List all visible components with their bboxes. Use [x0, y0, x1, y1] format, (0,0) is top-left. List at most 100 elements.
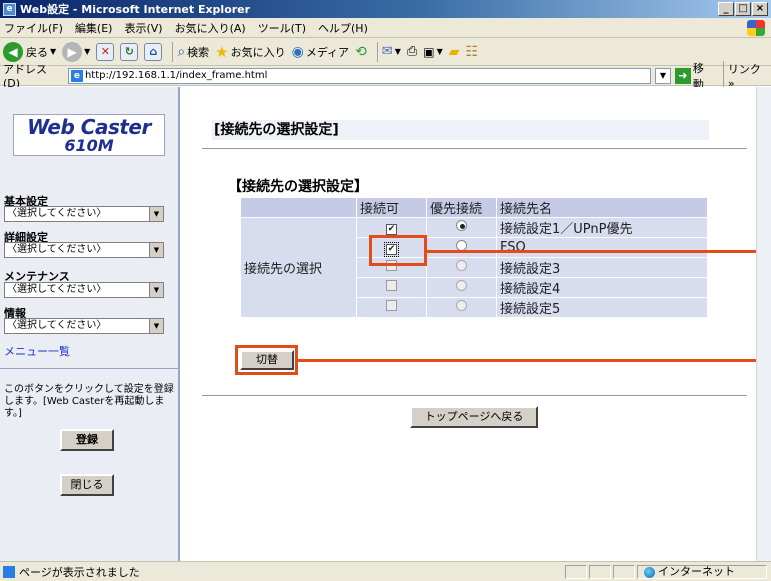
zone-label: インターネット [658, 565, 735, 578]
priority-radio-1[interactable] [456, 220, 467, 231]
home-icon: ⌂ [144, 42, 163, 61]
enabled-checkbox-5[interactable] [386, 300, 397, 311]
main-scrollbar[interactable] [756, 87, 771, 561]
windows-logo-icon [747, 20, 765, 36]
register-button[interactable]: 登録 [60, 429, 114, 451]
menu-edit[interactable]: 編集(E) [75, 20, 113, 36]
ie-app-icon: e [3, 2, 16, 16]
status-pane [613, 565, 635, 579]
callout-line-checkbox [427, 250, 771, 253]
toolbar-separator [172, 41, 174, 62]
logo-text-line2: 610M [64, 136, 114, 155]
messenger-button[interactable]: ☷ [466, 44, 479, 60]
search-icon: ⌕ [177, 43, 186, 60]
row-label: 接続先の選択 [240, 217, 357, 318]
callout-box-switch [235, 345, 298, 375]
priority-cell [426, 277, 497, 298]
chevron-down-icon: ▼ [149, 283, 163, 297]
favorites-button[interactable]: ★ お気に入り [215, 43, 285, 61]
zone-pane: インターネット [637, 565, 767, 579]
select-maintenance[interactable]: 〈選択してください〉 ▼ [4, 282, 164, 298]
menu-file[interactable]: ファイル(F) [4, 20, 63, 36]
back-to-top-button[interactable]: トップページへ戻る [410, 406, 538, 428]
table-header-row: 接続可 優先接続 接続先名 [240, 197, 708, 218]
mail-button[interactable]: ✉ ▼ [382, 44, 401, 59]
address-dropdown-icon[interactable]: ▼ [654, 67, 671, 84]
history-button[interactable]: ⟲ [355, 44, 367, 60]
priority-radio-4[interactable] [456, 280, 467, 291]
select-basic-value: 〈選択してください〉 [7, 208, 107, 219]
status-pane [565, 565, 587, 579]
sidebar-frame: Web Caster 610M 基本設定 〈選択してください〉 ▼ 詳細設定 〈… [0, 87, 180, 561]
minimize-button[interactable]: _ [718, 2, 734, 16]
enabled-checkbox-1[interactable]: ✔ [386, 224, 397, 235]
forward-arrow-icon: ▶ [62, 41, 83, 62]
status-message: ページが表示されました [19, 565, 140, 579]
connection-name-3: 接続設定3 [496, 257, 708, 278]
menu-view[interactable]: 表示(V) [124, 20, 162, 36]
forward-button[interactable]: ▶ ▼ [62, 41, 91, 62]
menu-favorites[interactable]: お気に入り(A) [175, 20, 246, 36]
enabled-checkbox-4[interactable] [386, 280, 397, 291]
menu-list-link[interactable]: メニュー一覧 [4, 343, 70, 359]
back-label: 戻る [26, 45, 48, 59]
main-frame: [接続先の選択設定] 【接続先の選択設定】 接続可 優先接続 接続先名 接続先の… [182, 87, 771, 561]
footer-divider [202, 395, 747, 396]
select-info[interactable]: 〈選択してください〉 ▼ [4, 318, 164, 334]
home-button[interactable]: ⌂ [144, 42, 163, 61]
window-title: Web設定 - Microsoft Internet Explorer [20, 3, 251, 16]
section-title: 【接続先の選択設定】 [228, 179, 368, 195]
status-bar: ページが表示されました インターネット [0, 561, 771, 581]
folder-button[interactable]: ▰ [449, 44, 460, 60]
stop-button[interactable]: ✕ [96, 42, 115, 61]
refresh-icon: ↻ [120, 42, 139, 61]
close-window-button[interactable]: × [752, 2, 768, 16]
address-input[interactable]: e http://192.168.1.1/index_frame.html [67, 67, 651, 84]
select-detail-value: 〈選択してください〉 [7, 244, 107, 255]
enabled-cell [356, 277, 427, 298]
media-label: メディア [305, 45, 350, 59]
select-basic-settings[interactable]: 〈選択してください〉 ▼ [4, 206, 164, 222]
history-icon: ⟲ [355, 43, 367, 60]
window-controls: _ □ × [718, 2, 768, 16]
back-button[interactable]: ◀ 戻る ▼ [3, 41, 56, 62]
edit-button[interactable]: ▣ ▼ [423, 45, 443, 59]
toolbar-separator [376, 41, 378, 62]
select-maintenance-value: 〈選択してください〉 [7, 284, 107, 295]
priority-radio-5[interactable] [456, 300, 467, 311]
register-note: このボタンをクリックして設定を登録します。[Web Casterを再起動します。… [4, 384, 174, 419]
mail-icon: ✉ [381, 44, 393, 59]
connection-select-table: 接続可 優先接続 接続先名 接続先の選択 ✔ 接続設定1／UPnP優先 ✔ FS… [240, 197, 708, 318]
search-button[interactable]: ⌕ 検索 [177, 44, 209, 60]
messenger-icon: ☷ [465, 43, 479, 60]
sidebar-divider [0, 368, 178, 369]
menu-bar: ファイル(F) 編集(E) 表示(V) お気に入り(A) ツール(T) ヘルプ(… [0, 18, 771, 38]
connection-name-1: 接続設定1／UPnP優先 [496, 217, 708, 238]
chevron-down-icon: ▼ [84, 47, 91, 56]
priority-radio-3[interactable] [456, 260, 467, 271]
toolbar: ◀ 戻る ▼ ▶ ▼ ✕ ↻ ⌂ ⌕ 検索 ★ お気に入り ◉ メディア ⟲ ✉… [0, 38, 771, 66]
webcaster-logo: Web Caster 610M [13, 114, 165, 156]
address-url: http://192.168.1.1/index_frame.html [84, 70, 268, 81]
chevron-down-icon: ▼ [149, 243, 163, 257]
edit-icon: ▣ [423, 44, 435, 59]
chevron-down-icon: ▼ [149, 207, 163, 221]
status-pane [589, 565, 611, 579]
maximize-button[interactable]: □ [735, 2, 751, 16]
print-button[interactable]: ⎙ [407, 44, 417, 59]
heading-divider [202, 148, 747, 149]
priority-cell [426, 217, 497, 238]
page-title: [接続先の選択設定] [212, 120, 709, 140]
page-icon: e [70, 69, 83, 82]
menu-help[interactable]: ヘルプ(H) [318, 20, 368, 36]
media-button[interactable]: ◉ メディア [292, 44, 349, 60]
links-button[interactable]: リンク » [722, 61, 771, 90]
refresh-button[interactable]: ↻ [120, 42, 139, 61]
connection-name-2: FSQ [496, 237, 708, 258]
callout-line-switch [298, 359, 771, 362]
select-detail-settings[interactable]: 〈選択してください〉 ▼ [4, 242, 164, 258]
close-button[interactable]: 閉じる [60, 474, 114, 496]
menu-tools[interactable]: ツール(T) [258, 20, 306, 36]
priority-cell [426, 237, 497, 258]
window-titlebar: e Web設定 - Microsoft Internet Explorer _ … [0, 0, 771, 18]
